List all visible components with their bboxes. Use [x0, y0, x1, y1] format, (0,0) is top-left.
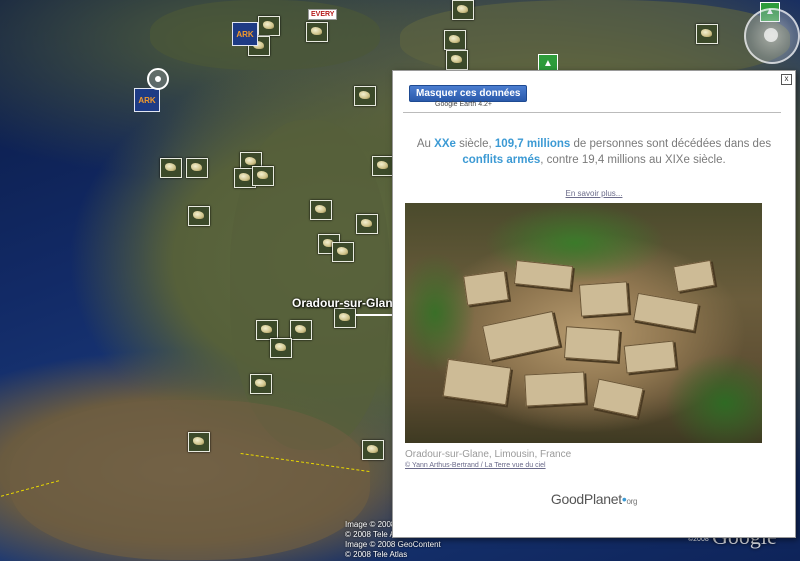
placemark-icon[interactable]: [372, 156, 394, 176]
placemark-icon[interactable]: [188, 432, 210, 452]
placemark-icon[interactable]: [186, 158, 208, 178]
photo-caption: Oradour-sur-Glane, Limousin, France: [405, 449, 572, 460]
aerial-photo: [405, 203, 762, 443]
photo-ruin: [673, 259, 715, 293]
placemark-icon[interactable]: [446, 50, 468, 70]
photo-ruin: [463, 270, 509, 306]
placemark-icon[interactable]: [696, 24, 718, 44]
logo-text: GoodPlanet: [550, 491, 622, 507]
every-badge-icon[interactable]: EVERY: [308, 9, 338, 20]
place-label[interactable]: Oradour-sur-Glane: [292, 296, 399, 310]
photo-ruin: [513, 260, 574, 290]
placemark-icon[interactable]: [252, 166, 274, 186]
hide-data-button[interactable]: Masquer ces données: [409, 85, 528, 102]
stat-part: Au: [416, 138, 435, 150]
learn-more-link[interactable]: En savoir plus...: [393, 189, 795, 198]
photo-ruin: [633, 292, 699, 332]
goodplanet-logo[interactable]: GoodPlanet•org: [393, 491, 795, 507]
stat-part: siècle,: [455, 138, 495, 150]
placemark-icon[interactable]: [188, 206, 210, 226]
divider: [403, 112, 781, 113]
stat-highlight: conflits armés: [462, 154, 541, 166]
photo-ruin: [578, 281, 630, 317]
photo-ruin: [563, 326, 621, 362]
placemark-icon[interactable]: [354, 86, 376, 106]
ark-badge-icon[interactable]: ARK: [134, 88, 160, 112]
photo-ruin: [524, 371, 586, 407]
placemark-icon[interactable]: [258, 16, 280, 36]
land-region: [10, 400, 370, 560]
photo-ruin: [592, 378, 644, 418]
placemark-icon[interactable]: [356, 214, 378, 234]
photo-credit-link[interactable]: © Yann Arthus-Bertrand / La Terre vue du…: [405, 462, 546, 469]
ark-badge-icon[interactable]: ARK: [232, 22, 258, 46]
placemark-icon[interactable]: [250, 374, 272, 394]
placemark-icon[interactable]: [306, 22, 328, 42]
placemark-icon[interactable]: [160, 158, 182, 178]
placemark-icon[interactable]: [452, 0, 474, 20]
placemark-icon[interactable]: [310, 200, 332, 220]
logo-suffix: org: [626, 497, 638, 506]
placemark-icon[interactable]: [334, 308, 356, 328]
balloon-pointer: [356, 314, 396, 316]
photo-ruin: [442, 358, 512, 406]
placemark-icon[interactable]: [270, 338, 292, 358]
info-balloon: x Masquer ces données Google Earth 4.2+ …: [392, 70, 796, 538]
stat-highlight: 109,7 millions: [494, 138, 571, 150]
crosshair-target-icon[interactable]: [147, 68, 169, 90]
placemark-icon[interactable]: [290, 320, 312, 340]
photo-ruin: [482, 310, 560, 362]
stat-highlight: XXe: [434, 138, 456, 150]
stat-part: , contre 19,4 millions au XIXe siècle.: [540, 154, 726, 166]
photo-ruin: [623, 340, 677, 374]
placemark-icon[interactable]: [332, 242, 354, 262]
placemark-icon[interactable]: [362, 440, 384, 460]
attribution-line: Image © 2008 GeoContent: [345, 540, 441, 549]
stat-part: de personnes sont décédées dans des: [570, 138, 772, 150]
close-icon[interactable]: x: [781, 74, 792, 85]
placemark-icon[interactable]: [444, 30, 466, 50]
placemark-icon[interactable]: [256, 320, 278, 340]
statistic-text: Au XXe siècle, 109,7 millions de personn…: [407, 136, 781, 168]
navigation-compass-icon[interactable]: [744, 8, 800, 64]
ge-version-label: Google Earth 4.2+: [435, 101, 493, 108]
attribution-line: © 2008 Tele Atlas: [345, 550, 408, 559]
